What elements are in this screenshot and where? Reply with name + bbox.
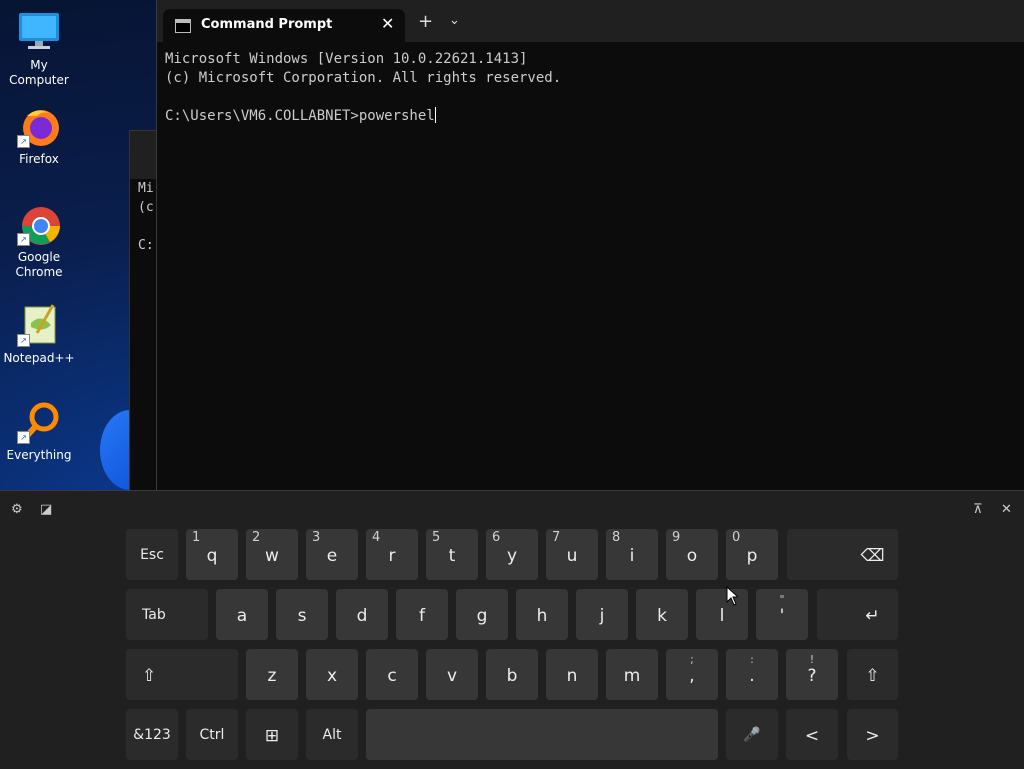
key-o[interactable]: 9o bbox=[666, 529, 718, 580]
windows-icon: ⊞ bbox=[264, 726, 280, 746]
tab-title: Command Prompt bbox=[201, 17, 333, 32]
key-q[interactable]: 1q bbox=[186, 529, 238, 580]
key-f[interactable]: f bbox=[396, 589, 448, 640]
tab-command-prompt[interactable]: Command Prompt ✕ bbox=[163, 9, 405, 42]
key-a[interactable]: a bbox=[216, 589, 268, 640]
key-h[interactable]: h bbox=[516, 589, 568, 640]
key-j[interactable]: j bbox=[576, 589, 628, 640]
key-backspace[interactable]: ⌫ bbox=[787, 529, 898, 580]
desktop-icon-label: My Computer bbox=[9, 58, 69, 87]
key-esc[interactable]: Esc bbox=[126, 529, 178, 580]
key-e[interactable]: 3e bbox=[306, 529, 358, 580]
terminal-window[interactable]: Command Prompt ✕ + ⌄ Microsoft Windows [… bbox=[156, 0, 1024, 490]
chevron-right-icon: > bbox=[865, 726, 880, 746]
key-ctrl[interactable]: Ctrl bbox=[186, 709, 238, 760]
key-enter[interactable]: ↵ bbox=[817, 589, 898, 640]
key-space[interactable] bbox=[366, 709, 718, 760]
shortcut-arrow-icon: ↗ bbox=[17, 431, 30, 444]
shift-icon: ⇧ bbox=[865, 666, 880, 686]
desktop-icon-everything[interactable]: ↗ Everything bbox=[0, 400, 78, 463]
key-b[interactable]: b bbox=[486, 649, 538, 700]
chrome-icon: ↗ bbox=[17, 202, 61, 246]
key-y[interactable]: 6y bbox=[486, 529, 538, 580]
key-apostrophe[interactable]: " ' bbox=[756, 589, 808, 640]
key-tab[interactable]: Tab bbox=[126, 589, 208, 640]
console-line: Microsoft Windows [Version 10.0.22621.14… bbox=[165, 51, 528, 67]
console-input[interactable]: C:\Users\VM6.COLLABNET>powershel bbox=[165, 108, 435, 124]
microphone-icon: 🎤 bbox=[743, 727, 761, 743]
shortcut-arrow-icon: ↗ bbox=[17, 334, 30, 347]
key-c[interactable]: c bbox=[366, 649, 418, 700]
key-m[interactable]: m bbox=[606, 649, 658, 700]
shortcut-arrow-icon: ↗ bbox=[17, 135, 30, 148]
emoji-panel-icon[interactable]: ◪ bbox=[40, 502, 52, 517]
background-terminal-output: Mi (c C: bbox=[138, 181, 154, 253]
close-keyboard-icon[interactable]: ✕ bbox=[1001, 502, 1012, 517]
text-caret bbox=[434, 107, 436, 123]
key-shift-left[interactable]: ⇧ bbox=[126, 649, 238, 700]
key-i[interactable]: 8i bbox=[606, 529, 658, 580]
terminal-icon bbox=[175, 19, 191, 33]
backspace-icon: ⌫ bbox=[860, 546, 885, 566]
console-line: (c) Microsoft Corporation. All rights re… bbox=[165, 70, 562, 86]
gear-icon[interactable]: ⚙ bbox=[11, 502, 23, 517]
key-arrow-left[interactable]: < bbox=[786, 709, 838, 760]
shift-icon: ⇧ bbox=[142, 666, 157, 686]
key-k[interactable]: k bbox=[636, 589, 688, 640]
desktop-icon-notepad-plus-plus[interactable]: ↗ Notepad++ bbox=[0, 303, 78, 366]
desktop-icon-label: Everything bbox=[6, 448, 72, 462]
touch-keyboard: ⚙ ◪ ⊼ ✕ Esc 1q 2w 3e 4r 5t 6y 7u 8i 9o 0… bbox=[0, 490, 1024, 769]
key-u[interactable]: 7u bbox=[546, 529, 598, 580]
key-question[interactable]: !? bbox=[786, 649, 838, 700]
key-r[interactable]: 4r bbox=[366, 529, 418, 580]
key-s[interactable]: s bbox=[276, 589, 328, 640]
desktop-icon-label: Firefox bbox=[19, 152, 59, 166]
desktop-icon-label: Google Chrome bbox=[15, 250, 63, 279]
enter-icon: ↵ bbox=[865, 606, 880, 626]
key-arrow-right[interactable]: > bbox=[847, 709, 898, 760]
key-symbols[interactable]: &123 bbox=[126, 709, 178, 760]
key-n[interactable]: n bbox=[546, 649, 598, 700]
key-d[interactable]: d bbox=[336, 589, 388, 640]
key-l[interactable]: l bbox=[696, 589, 748, 640]
terminal-titlebar: Command Prompt ✕ + ⌄ bbox=[157, 0, 1024, 42]
key-shift-right[interactable]: ⇧ bbox=[847, 649, 898, 700]
mouse-pointer-icon bbox=[726, 586, 738, 606]
dock-keyboard-icon[interactable]: ⊼ bbox=[973, 502, 983, 517]
chevron-left-icon: < bbox=[804, 726, 820, 746]
close-tab-icon[interactable]: ✕ bbox=[381, 14, 394, 33]
key-w[interactable]: 2w bbox=[246, 529, 298, 580]
key-comma[interactable]: ;, bbox=[666, 649, 718, 700]
key-x[interactable]: x bbox=[306, 649, 358, 700]
key-windows[interactable]: ⊞ bbox=[246, 709, 298, 760]
key-alt[interactable]: Alt bbox=[306, 709, 358, 760]
desktop-icon-my-computer[interactable]: My Computer bbox=[0, 10, 78, 88]
desktop-icon-google-chrome[interactable]: ↗ Google Chrome bbox=[0, 202, 78, 280]
key-microphone[interactable]: 🎤 bbox=[726, 709, 778, 760]
console-output[interactable]: Microsoft Windows [Version 10.0.22621.14… bbox=[165, 50, 561, 126]
desktop-icon-label: Notepad++ bbox=[3, 351, 75, 365]
key-p[interactable]: 0p bbox=[726, 529, 778, 580]
key-z[interactable]: z bbox=[246, 649, 298, 700]
chevron-down-icon[interactable]: ⌄ bbox=[449, 13, 460, 28]
magnifier-icon: ↗ bbox=[17, 400, 61, 444]
key-v[interactable]: v bbox=[426, 649, 478, 700]
shortcut-arrow-icon: ↗ bbox=[17, 233, 30, 246]
monitor-icon bbox=[17, 10, 61, 54]
console-prompt-line: C:\Users\VM6.COLLABNET>powershel bbox=[165, 107, 561, 126]
notepad-plus-plus-icon: ↗ bbox=[17, 303, 61, 347]
key-period[interactable]: :. bbox=[726, 649, 778, 700]
firefox-icon: ↗ bbox=[17, 104, 61, 148]
new-tab-button[interactable]: + bbox=[418, 11, 433, 32]
desktop-icon-firefox[interactable]: ↗ Firefox bbox=[0, 104, 78, 167]
key-g[interactable]: g bbox=[456, 589, 508, 640]
key-t[interactable]: 5t bbox=[426, 529, 478, 580]
